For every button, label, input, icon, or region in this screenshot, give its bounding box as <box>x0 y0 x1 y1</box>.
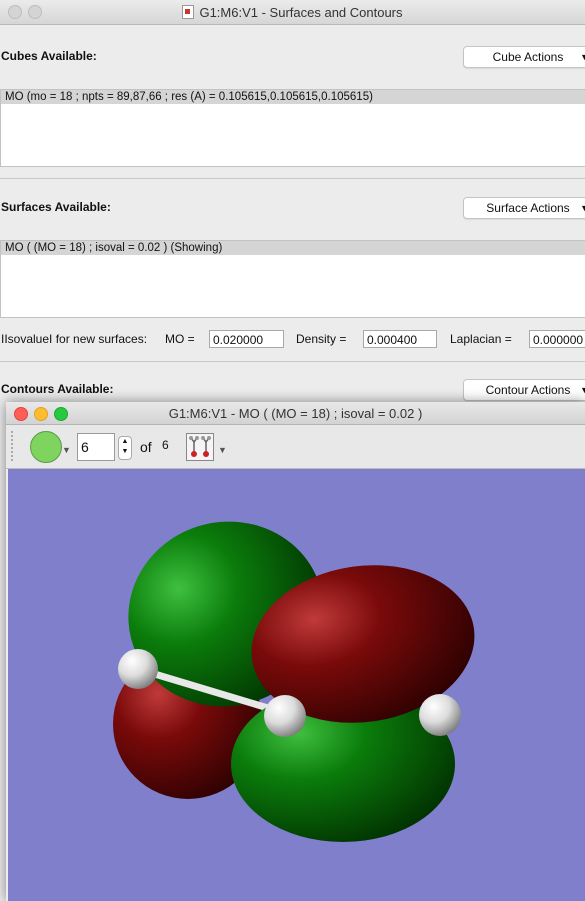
dropdown-arrow-icon: ▼ <box>580 52 585 62</box>
mo-isovalue-input[interactable]: 0.020000 <box>209 330 284 348</box>
orbital-render <box>113 521 475 842</box>
contour-actions-button[interactable]: Contour Actions ▼ <box>463 379 585 401</box>
total-count: 6 <box>162 438 169 452</box>
front-window-title: G1:M6:V1 - MO ( (MO = 18) ; isoval = 0.0… <box>168 406 423 421</box>
molecule-viewer-canvas[interactable] <box>8 469 585 901</box>
back-window-titlebar: G1:M6:V1 - Surfaces and Contours <box>0 0 585 25</box>
contour-actions-label: Contour Actions <box>485 383 571 397</box>
density-isovalue-input[interactable]: 0.000400 <box>363 330 437 348</box>
cube-list-item[interactable]: MO (mo = 18 ; npts = 89,87,66 ; res (A) … <box>1 90 585 104</box>
mo-index-stepper[interactable]: ▲ ▼ <box>118 436 132 460</box>
hydrogen-atom <box>264 695 306 737</box>
divider <box>0 361 585 362</box>
viewer-toolbar: ▼ 6 ▲ ▼ of 6 ▼ <box>6 425 585 469</box>
surface-color-swatch[interactable] <box>30 431 62 463</box>
surfaces-list[interactable]: MO ( (MO = 18) ; isoval = 0.02 ) (Showin… <box>0 240 585 318</box>
cube-actions-label: Cube Actions <box>492 50 564 64</box>
density-label: Density = <box>296 332 347 346</box>
molecule-select-icon[interactable] <box>186 433 214 461</box>
mo-index-input[interactable]: 6 <box>77 433 115 461</box>
toolbar-grip <box>11 431 17 461</box>
color-dropdown-arrow-icon[interactable]: ▼ <box>62 445 71 455</box>
mo-viewer-window: G1:M6:V1 - MO ( (MO = 18) ; isoval = 0.0… <box>6 402 585 901</box>
front-window-titlebar: G1:M6:V1 - MO ( (MO = 18) ; isoval = 0.0… <box>6 402 585 425</box>
surface-actions-button[interactable]: Surface Actions ▼ <box>463 197 585 219</box>
window-title: G1:M6:V1 - Surfaces and Contours <box>199 5 403 20</box>
cubes-list[interactable]: MO (mo = 18 ; npts = 89,87,66 ; res (A) … <box>0 89 585 167</box>
document-icon <box>182 5 195 19</box>
laplacian-label: Laplacian = <box>450 332 512 346</box>
dropdown-arrow-icon: ▼ <box>580 203 585 213</box>
surfaces-label: Surfaces Available: <box>1 200 111 214</box>
select-dropdown-arrow-icon[interactable]: ▼ <box>218 445 227 455</box>
surface-actions-label: Surface Actions <box>486 201 570 215</box>
cube-actions-button[interactable]: Cube Actions ▼ <box>463 46 585 68</box>
mo-label: MO = <box>165 332 195 346</box>
laplacian-isovalue-input[interactable]: 0.000000 <box>529 330 585 348</box>
surface-list-item[interactable]: MO ( (MO = 18) ; isoval = 0.02 ) (Showin… <box>1 241 585 255</box>
hydrogen-atom <box>419 694 461 736</box>
of-label: of <box>140 439 152 455</box>
hydrogen-atom <box>118 649 158 689</box>
divider <box>0 178 585 179</box>
dropdown-arrow-icon: ▼ <box>580 385 585 395</box>
contours-label: Contours Available: <box>1 382 114 396</box>
isovalue-label: IIsovalueI for new surfaces: <box>1 332 148 346</box>
cubes-label: Cubes Available: <box>1 49 97 63</box>
